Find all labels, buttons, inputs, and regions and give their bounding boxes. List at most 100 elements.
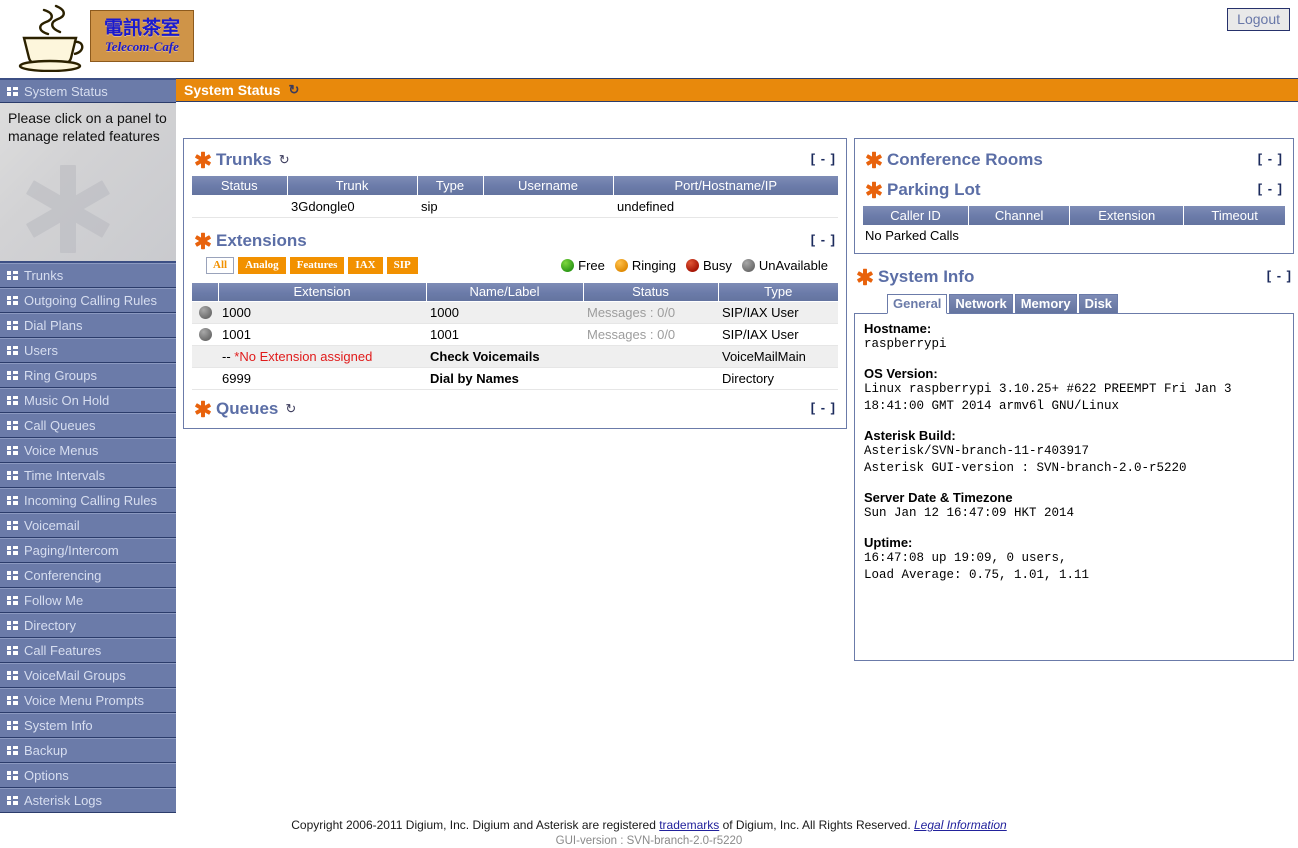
col-status: Status <box>583 282 719 302</box>
extension-type: Directory <box>718 367 838 390</box>
table-row[interactable]: 1000 1000 Messages : 0/0 SIP/IAX User <box>192 301 838 324</box>
table-row[interactable]: 3Gdongle0 sip undefined <box>192 195 838 218</box>
right-column: Conference Rooms [ - ] Parking Lot [ - ]… <box>854 138 1294 661</box>
trunk-username <box>483 195 613 218</box>
col-type: Type <box>417 176 484 196</box>
trunks-collapse-button[interactable]: [ - ] <box>811 151 836 166</box>
asterisk-build-label: Asterisk Build: <box>864 427 956 443</box>
col-port-hostname-ip: Port/Hostname/IP <box>613 176 838 196</box>
extension-type: VoiceMailMain <box>718 345 838 368</box>
sidebar-item-conferencing[interactable]: Conferencing <box>0 563 176 588</box>
sidebar-item-follow-me[interactable]: Follow Me <box>0 588 176 613</box>
sidebar-item-voice-menus[interactable]: Voice Menus <box>0 438 176 463</box>
sidebar-item-ring-groups[interactable]: Ring Groups <box>0 363 176 388</box>
sidebar-item-system-info[interactable]: System Info <box>0 713 176 738</box>
page-footer: Copyright 2006-2011 Digium, Inc. Digium … <box>0 806 1298 848</box>
status-dot-ringing <box>614 258 628 272</box>
tab-general[interactable]: General <box>887 293 948 314</box>
extension-status-dot <box>198 328 212 341</box>
conference-parking-panel: Conference Rooms [ - ] Parking Lot [ - ]… <box>854 138 1294 254</box>
extensions-collapse-button[interactable]: [ - ] <box>811 232 836 247</box>
uptime-value: 16:47:08 up 19:09, 0 users, Load Average… <box>864 550 1090 582</box>
col-username: Username <box>483 176 614 196</box>
sidebar-item-label: Follow Me <box>24 593 84 608</box>
filter-sip-button[interactable]: SIP <box>386 256 418 274</box>
sidebar-item-outgoing-calling-rules[interactable]: Outgoing Calling Rules <box>0 288 176 313</box>
system-info-panel: System Info [ - ] General Network Memory… <box>854 266 1294 661</box>
grid-icon <box>7 421 18 430</box>
sidebar-item-call-features[interactable]: Call Features <box>0 638 176 663</box>
sidebar-item-options[interactable]: Options <box>0 763 176 788</box>
asterisk-icon <box>866 181 882 199</box>
server-date-value: Sun Jan 12 16:47:09 HKT 2014 <box>864 505 1075 520</box>
sidebar-item-time-intervals[interactable]: Time Intervals <box>0 463 176 488</box>
parking-lot-title: Parking Lot <box>887 180 981 199</box>
sidebar-item-incoming-calling-rules[interactable]: Incoming Calling Rules <box>0 488 176 513</box>
filter-analog-button[interactable]: Analog <box>238 256 286 274</box>
col-type: Type <box>718 282 838 302</box>
queues-header: Queues ↻ [ - ] <box>194 398 838 420</box>
col-channel: Channel <box>968 206 1071 226</box>
parking-lot-collapse-button[interactable]: [ - ] <box>1258 181 1283 196</box>
grid-icon <box>7 471 18 480</box>
system-info-title: System Info <box>878 266 975 286</box>
page-title-bar: System Status ↻ <box>176 78 1298 102</box>
grid-icon <box>7 371 18 380</box>
sidebar-item-voicemail-groups[interactable]: VoiceMail Groups <box>0 663 176 688</box>
tab-memory[interactable]: Memory <box>1014 293 1077 313</box>
sidebar-item-label: Outgoing Calling Rules <box>24 293 157 308</box>
sidebar-item-voicemail[interactable]: Voicemail <box>0 513 176 538</box>
trademarks-link[interactable]: trademarks <box>659 818 719 832</box>
col-name-label: Name/Label <box>426 282 584 302</box>
extensions-table: Extension Name/Label Status Type 1000 10… <box>192 282 838 390</box>
grid-icon <box>7 396 18 405</box>
sidebar-item-music-on-hold[interactable]: Music On Hold <box>0 388 176 413</box>
sidebar-item-users[interactable]: Users <box>0 338 176 363</box>
table-row[interactable]: 6999 Dial by Names Directory <box>192 367 838 390</box>
tab-network[interactable]: Network <box>949 293 1013 313</box>
filter-iax-button[interactable]: IAX <box>348 256 383 274</box>
sidebar-item-label: Trunks <box>24 268 64 283</box>
extension-number: 1000 <box>218 301 426 324</box>
queues-refresh-icon[interactable]: ↻ <box>285 401 296 417</box>
trunks-refresh-icon[interactable]: ↻ <box>279 152 290 168</box>
logo-sign: 電訊茶室 Telecom-Cafe <box>90 10 194 62</box>
system-info-collapse-button[interactable]: [ - ] <box>1267 268 1292 283</box>
table-row[interactable]: 1001 1001 Messages : 0/0 SIP/IAX User <box>192 323 838 346</box>
sidebar-item-trunks[interactable]: Trunks <box>0 263 176 288</box>
filter-all-button[interactable]: All <box>206 256 235 274</box>
extension-type: SIP/IAX User <box>718 301 838 324</box>
refresh-icon[interactable]: ↻ <box>288 82 299 98</box>
queues-collapse-button[interactable]: [ - ] <box>811 400 836 415</box>
sidebar-item-label: Voicemail <box>24 518 80 533</box>
col-trunk: Trunk <box>287 176 418 196</box>
grid-icon <box>7 721 18 730</box>
logout-button[interactable]: Logout <box>1227 8 1290 31</box>
legend-label-free: Free <box>578 257 605 273</box>
filter-features-button[interactable]: Features <box>289 256 345 274</box>
trunks-title: Trunks <box>216 150 272 169</box>
tab-disk[interactable]: Disk <box>1078 293 1119 313</box>
grid-icon <box>7 571 18 580</box>
grid-icon <box>7 446 18 455</box>
sidebar-item-system-status[interactable]: System Status <box>0 78 176 103</box>
legal-information-link[interactable]: Legal Information <box>914 818 1007 832</box>
copyright-text-pre: Copyright 2006-2011 Digium, Inc. Digium … <box>291 818 660 832</box>
extension-number: 6999 <box>218 367 426 390</box>
conference-rooms-collapse-button[interactable]: [ - ] <box>1258 151 1283 166</box>
sidebar-item-backup[interactable]: Backup <box>0 738 176 763</box>
grid-icon <box>7 671 18 680</box>
sidebar-item-voice-menu-prompts[interactable]: Voice Menu Prompts <box>0 688 176 713</box>
table-header-row: Extension Name/Label Status Type <box>192 282 838 302</box>
asterisk-icon <box>195 151 211 169</box>
left-column: Trunks ↻ [ - ] Status Trunk Type Usernam… <box>183 138 847 429</box>
table-row[interactable]: -- *No Extension assigned Check Voicemai… <box>192 345 838 368</box>
grid-icon <box>7 521 18 530</box>
sidebar-item-paging-intercom[interactable]: Paging/Intercom <box>0 538 176 563</box>
extension-name: Dial by Names <box>426 367 583 390</box>
asterisk-icon <box>857 268 873 285</box>
sidebar-item-dial-plans[interactable]: Dial Plans <box>0 313 176 338</box>
sidebar-item-call-queues[interactable]: Call Queues <box>0 413 176 438</box>
sidebar-item-directory[interactable]: Directory <box>0 613 176 638</box>
legend-label-unavailable: UnAvailable <box>758 257 828 273</box>
